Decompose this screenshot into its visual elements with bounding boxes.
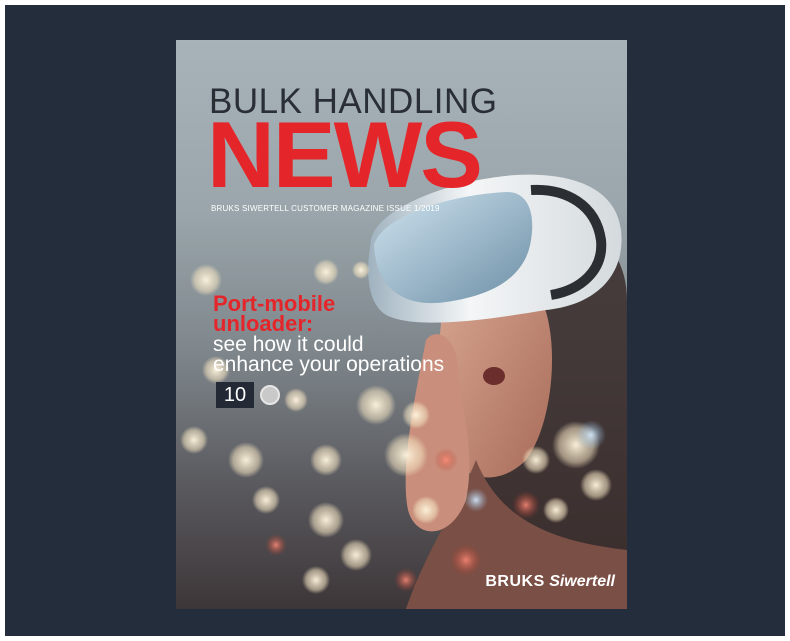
brand-logo-part1: BRUKS <box>485 573 545 590</box>
feature-headline-line-2: unloader: <box>213 311 314 336</box>
feature-headline: Port-mobile unloader: <box>213 293 335 336</box>
magazine-cover: BULK HANDLING NEWS BRUKS SIWERTELL CUSTO… <box>176 40 627 609</box>
brand-logo-part2: Siwertell <box>549 573 615 590</box>
feature-subheadline-line-1: see how it could <box>213 333 364 356</box>
page-number-badge: 10 <box>216 382 254 408</box>
masthead-title: NEWS <box>207 102 483 207</box>
feature-subheadline-line-2: enhance your operations <box>213 353 445 376</box>
dark-frame: BULK HANDLING NEWS BRUKS SIWERTELL CUSTO… <box>5 5 785 636</box>
arrow-circle-icon <box>260 385 280 405</box>
feature-subheadline: see how it could enhance your operations <box>213 333 445 376</box>
brand-logo: BRUKS Siwertell <box>485 573 615 591</box>
issue-line: BRUKS SIWERTELL CUSTOMER MAGAZINE ISSUE … <box>211 204 440 213</box>
